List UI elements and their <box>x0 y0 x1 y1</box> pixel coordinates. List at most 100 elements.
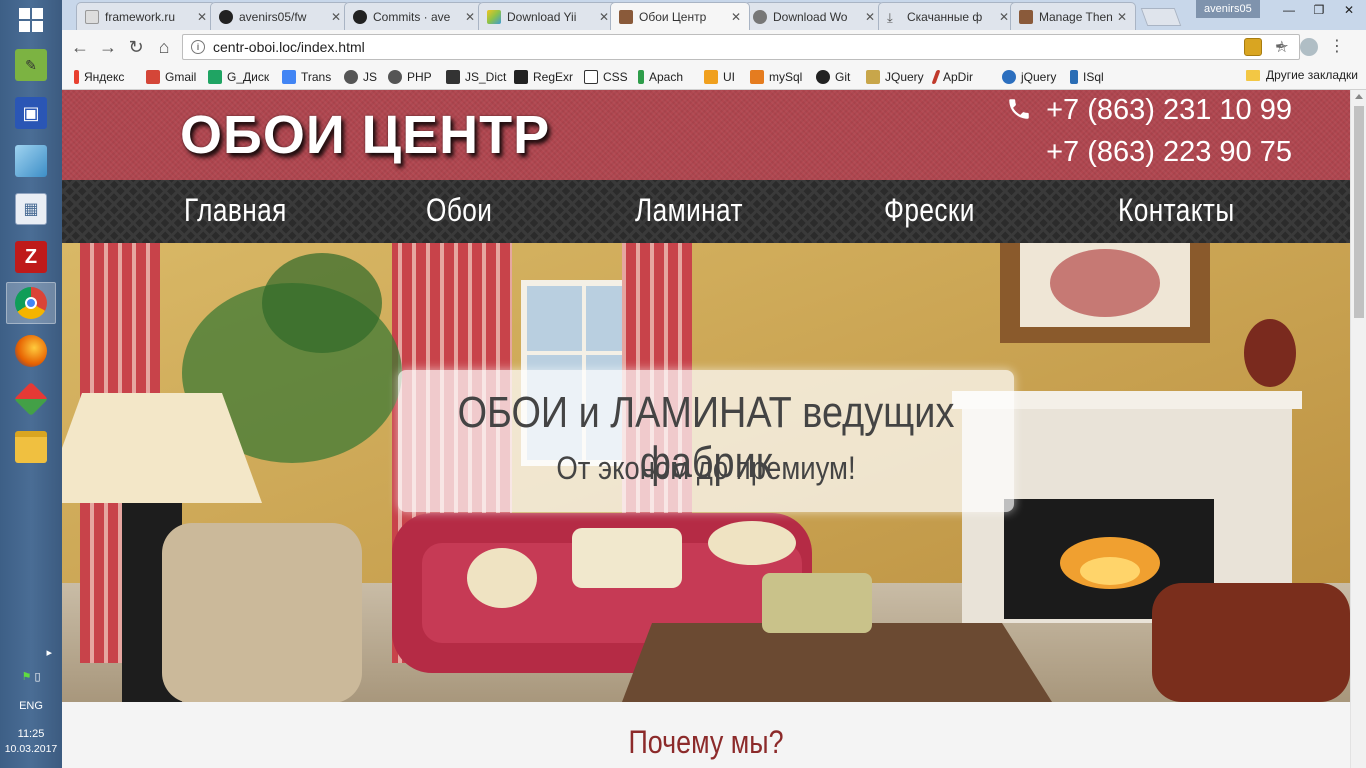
nav-laminate[interactable]: Ламинат <box>635 192 743 229</box>
new-tab-button[interactable] <box>1140 8 1182 26</box>
browser-tab[interactable]: Commits · ave ✕ <box>344 2 484 30</box>
bookmark-item[interactable]: mySql <box>750 68 802 86</box>
diamond-app-icon <box>14 382 48 416</box>
nav-frescoes[interactable]: Фрески <box>884 192 975 229</box>
taskbar-firefox[interactable] <box>6 330 56 372</box>
tab-title: Скачанные ф <box>907 9 983 24</box>
taskbar-sublime[interactable] <box>6 140 56 182</box>
nav-contacts[interactable]: Контакты <box>1118 192 1235 229</box>
extension-icon[interactable] <box>1244 38 1262 56</box>
tab-title: Обои Центр <box>639 9 707 24</box>
close-tab-icon[interactable]: ✕ <box>1117 10 1127 24</box>
tray-icons[interactable]: ⚑ ▯ <box>0 670 62 683</box>
page-viewport: ОБОИ ЦЕНТР +7 (863) 231 10 99 +7 (863) 2… <box>62 90 1366 768</box>
nav-home[interactable]: Главная <box>184 192 287 229</box>
taskbar-chrome[interactable] <box>6 282 56 324</box>
maximize-icon[interactable]: ❐ <box>1304 0 1334 20</box>
yii-icon <box>487 9 501 24</box>
tray-expand-icon[interactable]: ▸ <box>0 646 62 659</box>
bookmark-item[interactable]: CSS <box>584 68 628 86</box>
folder-icon <box>15 431 47 463</box>
main-nav: Главная Обои Ламинат Фрески Контакты <box>62 180 1350 243</box>
browser-tab[interactable]: Manage Then ✕ <box>1010 2 1136 30</box>
browser-tab[interactable]: Download Wo ✕ <box>744 2 884 30</box>
scroll-up-icon[interactable] <box>1355 94 1363 99</box>
bookmark-item[interactable]: Яндекс <box>74 68 124 86</box>
phone-number[interactable]: +7 (863) 223 90 75 <box>1046 136 1292 169</box>
nav-wallpaper[interactable]: Обои <box>426 192 492 229</box>
close-window-icon[interactable]: ✕ <box>1334 0 1364 20</box>
menu-icon[interactable]: ⋮ <box>1328 38 1346 56</box>
profile-button[interactable]: avenirs05 <box>1196 0 1260 18</box>
back-icon[interactable]: ← <box>68 36 92 58</box>
reload-icon[interactable]: ↻ <box>124 36 148 58</box>
forward-icon[interactable]: → <box>96 36 120 58</box>
doc-icon <box>85 9 99 24</box>
browser-tab-active[interactable]: Обои Центр ✕ <box>610 2 750 30</box>
home-icon[interactable]: ⌂ <box>152 36 176 58</box>
taskbar-calculator[interactable]: ▦ <box>6 188 56 230</box>
bookmark-label: CSS <box>603 70 628 84</box>
bookmark-item[interactable]: UI <box>704 68 735 86</box>
close-tab-icon[interactable]: ✕ <box>865 10 875 24</box>
skype-icon[interactable] <box>1300 38 1318 56</box>
taskbar-diamond-app[interactable] <box>6 378 56 420</box>
regexr-icon <box>514 70 528 84</box>
phone-number[interactable]: +7 (863) 231 10 99 <box>1046 94 1292 127</box>
clock-time[interactable]: 11:25 <box>0 728 62 740</box>
eyedropper-icon[interactable]: ✒ <box>1272 38 1290 56</box>
bookmark-item[interactable]: JS_Dict <box>446 68 506 86</box>
bookmark-item[interactable]: PHP <box>388 68 432 86</box>
start-button[interactable] <box>0 0 62 40</box>
language-indicator[interactable]: ENG <box>0 700 62 712</box>
close-tab-icon[interactable]: ✕ <box>731 10 741 24</box>
bookmark-item[interactable]: G_Диск <box>208 68 269 86</box>
info-icon[interactable]: i <box>191 40 205 54</box>
mysql-icon <box>750 70 764 84</box>
address-bar[interactable]: i centr-oboi.loc/index.html ☆ <box>182 34 1300 60</box>
site-logo[interactable]: ОБОИ ЦЕНТР <box>180 104 550 166</box>
close-tab-icon[interactable]: ✕ <box>197 10 207 24</box>
why-us-section: Почему мы? <box>62 702 1350 768</box>
hero-caption-box: ОБОИ и ЛАМИНАТ ведущих фабрик От эконом … <box>398 370 1014 512</box>
bookmark-label: JQuery <box>885 70 924 84</box>
browser-tab[interactable]: Download Yii ✕ <box>478 2 618 30</box>
translate-icon <box>282 70 296 84</box>
minimize-icon[interactable]: — <box>1274 0 1304 20</box>
windows-logo-icon <box>19 8 43 32</box>
bookmark-item[interactable]: ApDir <box>931 68 973 86</box>
bookmark-label: PHP <box>407 70 432 84</box>
page-scrollbar[interactable] <box>1350 90 1366 768</box>
apache-icon <box>638 70 644 84</box>
close-tab-icon[interactable]: ✕ <box>331 10 341 24</box>
bookmark-item[interactable]: Trans <box>282 68 331 86</box>
taskbar-save-app[interactable]: ▣ <box>6 92 56 134</box>
url-text: centr-oboi.loc/index.html <box>213 39 365 55</box>
browser-toolbar: ← → ↻ ⌂ i centr-oboi.loc/index.html ☆ ✒ … <box>62 30 1366 64</box>
bookmark-item[interactable]: jQuery <box>1002 68 1056 86</box>
bookmark-item[interactable]: JQuery <box>866 68 924 86</box>
taskbar-notepad-plus[interactable]: ✎ <box>6 44 56 86</box>
clock-date[interactable]: 10.03.2017 <box>0 743 62 755</box>
scrollbar-thumb[interactable] <box>1354 106 1364 318</box>
bookmark-item[interactable]: JS <box>344 68 377 86</box>
bookmark-label: UI <box>723 70 735 84</box>
browser-tab[interactable]: avenirs05/fw ✕ <box>210 2 350 30</box>
bookmark-item[interactable]: RegExr <box>514 68 573 86</box>
close-tab-icon[interactable]: ✕ <box>999 10 1009 24</box>
browser-tab[interactable]: ⤓ Скачанные ф ✕ <box>878 2 1018 30</box>
drive-icon <box>208 70 222 84</box>
browser-tab[interactable]: framework.ru ✕ <box>76 2 216 30</box>
taskbar-file-explorer[interactable] <box>6 426 56 468</box>
taskbar-filezilla[interactable]: Z <box>6 236 56 278</box>
site-header: ОБОИ ЦЕНТР +7 (863) 231 10 99 +7 (863) 2… <box>62 90 1350 180</box>
other-bookmarks[interactable]: Другие закладки <box>1246 68 1358 82</box>
bookmark-item[interactable]: ISql <box>1070 68 1104 86</box>
bookmark-item[interactable]: Gmail <box>146 68 196 86</box>
hero-banner: ОБОИ и ЛАМИНАТ ведущих фабрик От эконом … <box>62 243 1350 702</box>
bookmark-item[interactable]: Git <box>816 68 850 86</box>
sublime-icon <box>15 145 47 177</box>
close-tab-icon[interactable]: ✕ <box>599 10 609 24</box>
bookmark-item[interactable]: Apach <box>638 68 683 86</box>
close-tab-icon[interactable]: ✕ <box>465 10 475 24</box>
